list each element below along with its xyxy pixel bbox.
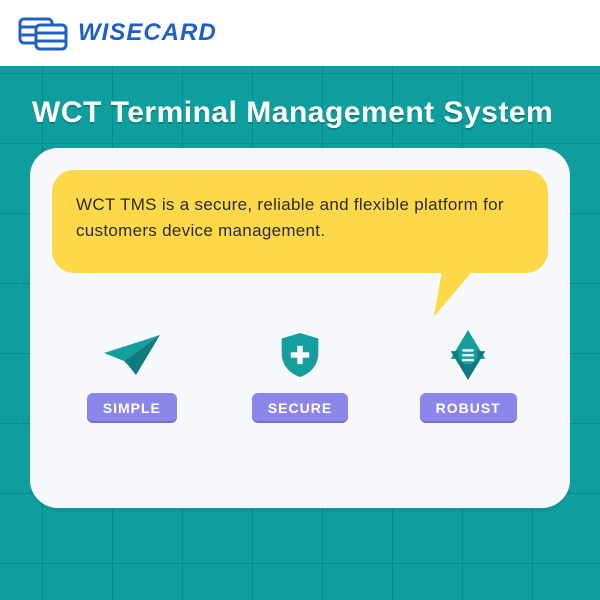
brand-name: WISECARD bbox=[78, 19, 217, 47]
feature-secure: SECURE bbox=[240, 331, 360, 423]
page: WISECARD WCT Terminal Management System … bbox=[0, 0, 600, 600]
paper-plane-icon bbox=[102, 331, 162, 379]
feature-label: SIMPLE bbox=[87, 393, 177, 423]
shield-plus-icon bbox=[270, 331, 330, 379]
triangle-stack-icon bbox=[438, 331, 498, 379]
page-title: WCT Terminal Management System bbox=[30, 88, 570, 148]
bubble-text: WCT TMS is a secure, reliable and flexib… bbox=[52, 170, 548, 273]
feature-label: ROBUST bbox=[420, 393, 517, 423]
top-bar: WISECARD bbox=[0, 0, 600, 66]
speech-bubble: WCT TMS is a secure, reliable and flexib… bbox=[52, 170, 548, 273]
feature-robust: ROBUST bbox=[408, 331, 528, 423]
brand-logo-icon bbox=[18, 13, 68, 53]
hero-section: WCT Terminal Management System WCT TMS i… bbox=[0, 66, 600, 600]
feature-simple: SIMPLE bbox=[72, 331, 192, 423]
speech-bubble-tail-icon bbox=[434, 269, 474, 317]
feature-row: SIMPLE SECURE bbox=[72, 331, 528, 423]
feature-label: SECURE bbox=[252, 393, 348, 423]
info-card: WCT TMS is a secure, reliable and flexib… bbox=[30, 148, 570, 508]
